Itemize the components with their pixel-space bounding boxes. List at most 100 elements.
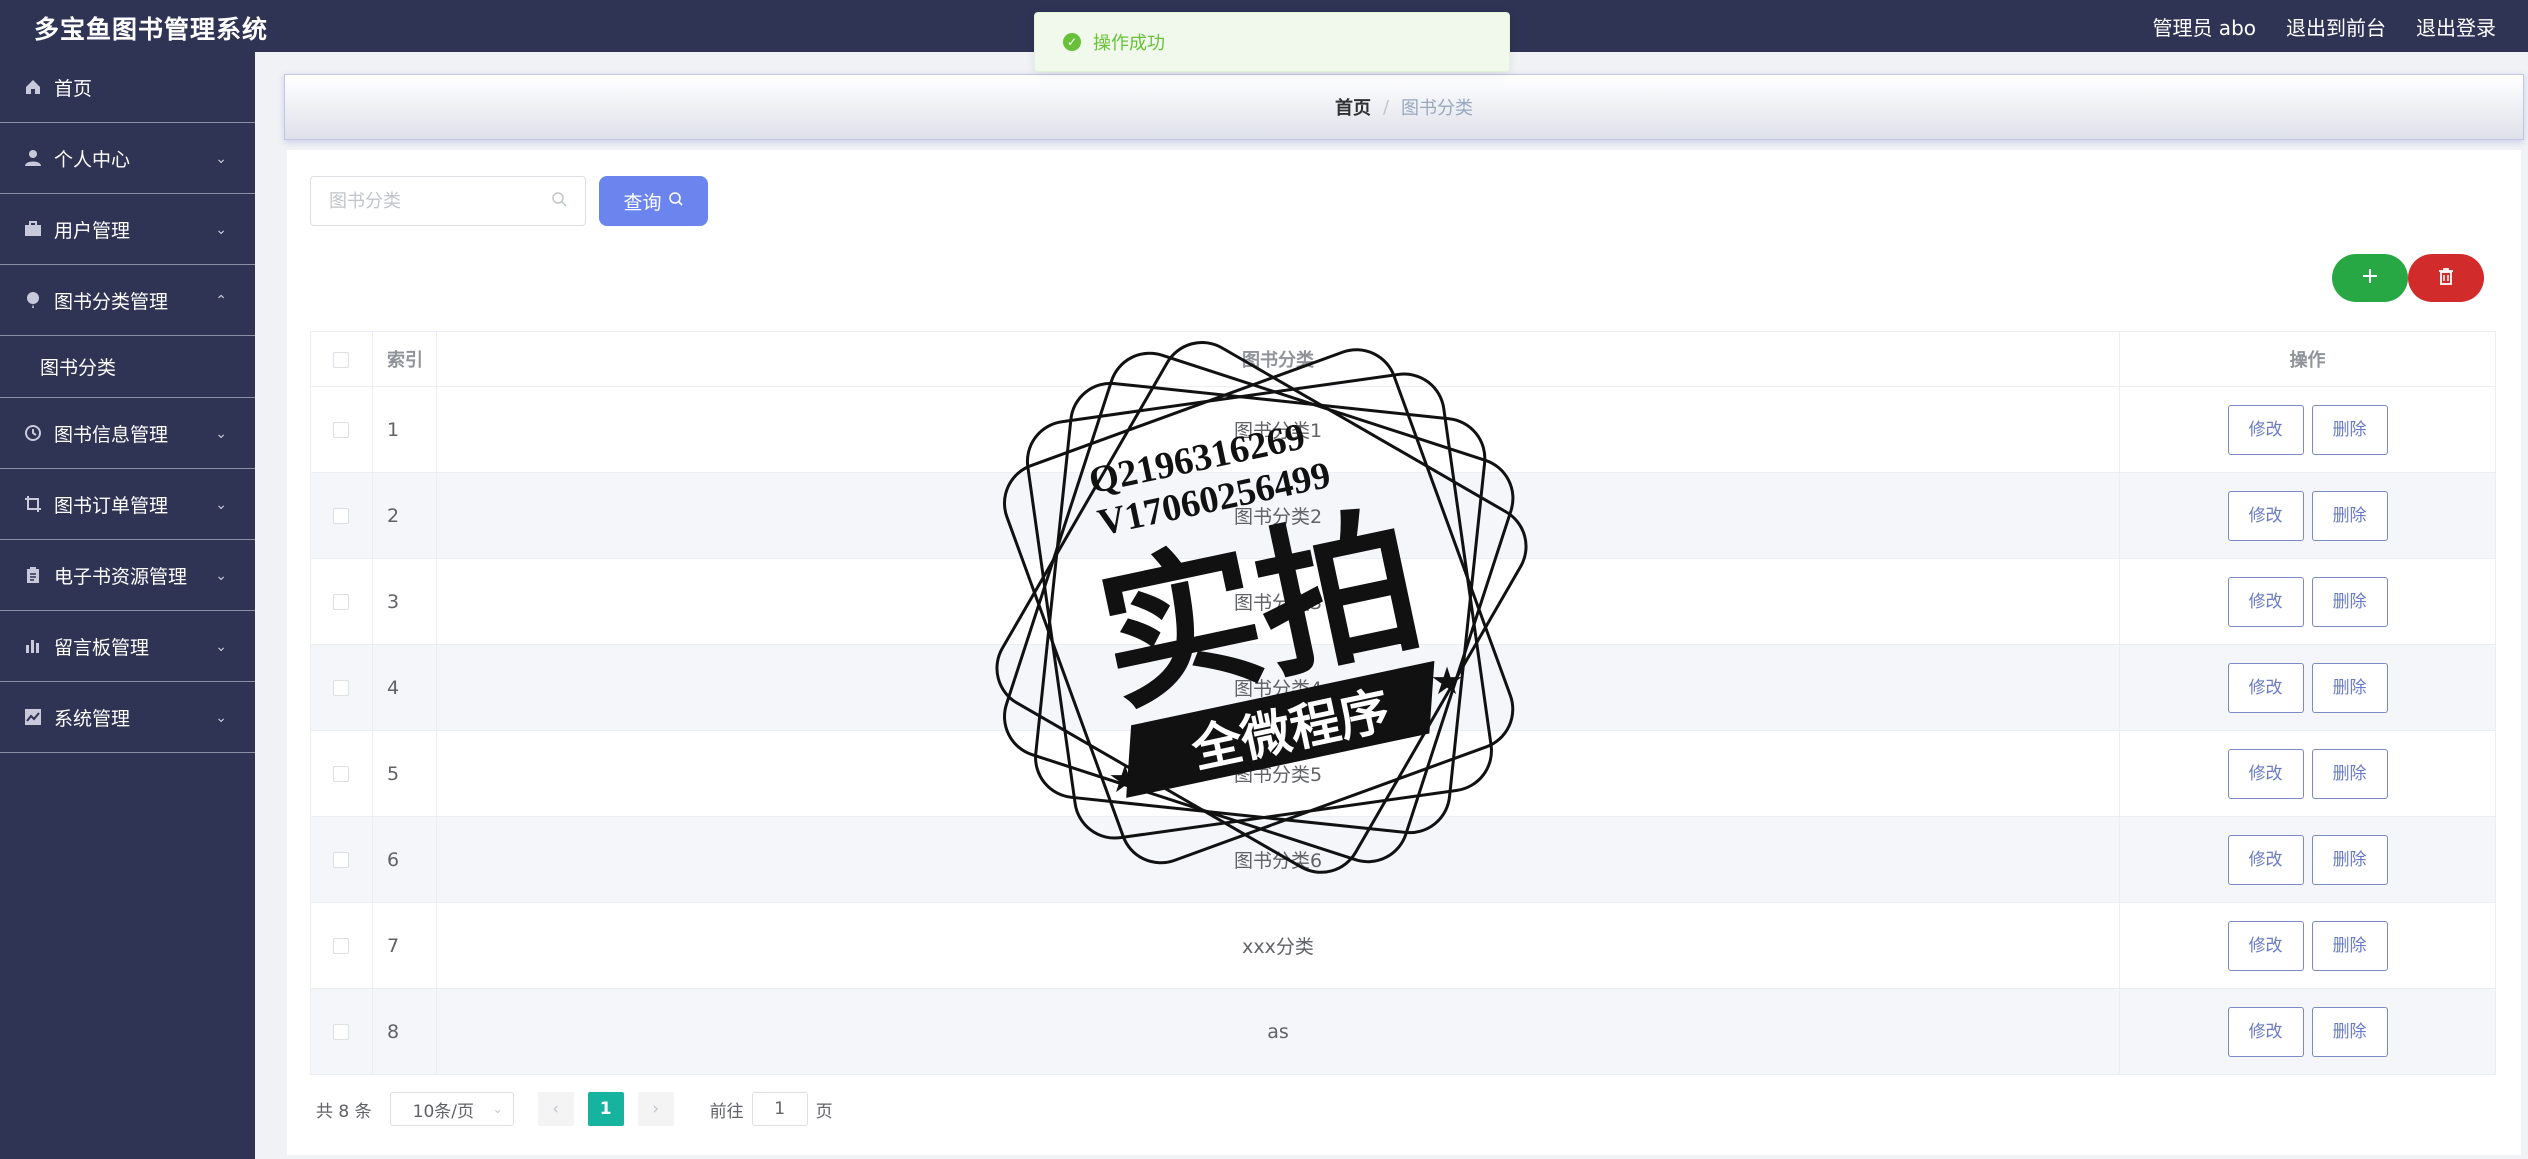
sidebar: 首页 个人中心 ⌄ 用户管理 ⌄ 图书分类管理 ⌃ 图书分类 图书信息管理 ⌄ bbox=[0, 52, 255, 1159]
row-category-name: 图书分类3 bbox=[436, 558, 2121, 645]
header-index: 索引 bbox=[372, 331, 437, 387]
delete-button[interactable]: 删除 bbox=[2311, 490, 2388, 541]
delete-button[interactable]: 删除 bbox=[2311, 1006, 2388, 1057]
home-icon bbox=[24, 78, 42, 96]
sidebar-item-category-management[interactable]: 图书分类管理 ⌃ bbox=[0, 265, 255, 336]
row-select-cell bbox=[310, 472, 373, 559]
prev-page-button[interactable]: ‹ bbox=[537, 1092, 574, 1126]
row-index: 7 bbox=[372, 902, 437, 989]
sidebar-item-home[interactable]: 首页 bbox=[0, 52, 255, 123]
row-select-cell bbox=[310, 730, 373, 817]
goto-suffix: 页 bbox=[815, 1101, 833, 1122]
table-row: 3 图书分类3 修改 删除 bbox=[310, 558, 2496, 645]
batch-delete-button[interactable] bbox=[2408, 254, 2484, 302]
edit-button[interactable]: 修改 bbox=[2227, 748, 2304, 799]
select-all-cell bbox=[310, 331, 373, 387]
row-checkbox[interactable] bbox=[333, 594, 350, 610]
row-index: 4 bbox=[372, 644, 437, 731]
edit-button[interactable]: 修改 bbox=[2227, 834, 2304, 885]
admin-user-label: 管理员 abo bbox=[2152, 16, 2256, 40]
row-category-name: 图书分类6 bbox=[436, 816, 2121, 903]
table-header-row: 索引 图书分类 操作 bbox=[310, 331, 2496, 387]
search-field[interactable] bbox=[310, 176, 586, 226]
page-size-value: 10条/页 bbox=[412, 1101, 474, 1122]
goto-page-input[interactable] bbox=[751, 1092, 808, 1126]
next-page-button[interactable]: › bbox=[637, 1092, 674, 1126]
sidebar-item-user-management[interactable]: 用户管理 ⌄ bbox=[0, 194, 255, 265]
edit-button[interactable]: 修改 bbox=[2227, 920, 2304, 971]
chevron-down-icon: ⌄ bbox=[215, 639, 227, 655]
user-icon bbox=[24, 149, 42, 167]
row-checkbox[interactable] bbox=[333, 422, 350, 438]
row-operations: 修改 删除 bbox=[2119, 386, 2496, 473]
edit-button[interactable]: 修改 bbox=[2227, 404, 2304, 455]
row-select-cell bbox=[310, 644, 373, 731]
sidebar-item-label: 图书订单管理 bbox=[54, 494, 169, 517]
edit-button[interactable]: 修改 bbox=[2227, 662, 2304, 713]
breadcrumb-home[interactable]: 首页 bbox=[1335, 94, 1371, 120]
sidebar-item-book-info-management[interactable]: 图书信息管理 ⌄ bbox=[0, 398, 255, 469]
clipboard-icon bbox=[24, 566, 42, 584]
row-checkbox[interactable] bbox=[333, 852, 350, 868]
sidebar-item-label: 首页 bbox=[54, 77, 93, 100]
sidebar-subitem-label: 图书分类 bbox=[40, 357, 117, 379]
table-row: 4 图书分类4 修改 删除 bbox=[310, 644, 2496, 731]
logout-link[interactable]: 退出登录 bbox=[2416, 12, 2496, 41]
delete-button[interactable]: 删除 bbox=[2311, 920, 2388, 971]
row-checkbox[interactable] bbox=[333, 766, 350, 782]
chevron-down-icon: ⌄ bbox=[215, 710, 227, 726]
edit-button[interactable]: 修改 bbox=[2227, 490, 2304, 541]
page-number-current[interactable]: 1 bbox=[587, 1092, 624, 1126]
sidebar-item-message-board[interactable]: 留言板管理 ⌄ bbox=[0, 611, 255, 682]
row-index: 3 bbox=[372, 558, 437, 645]
chevron-down-icon: ⌄ bbox=[215, 151, 227, 167]
row-checkbox[interactable] bbox=[333, 1024, 350, 1040]
delete-button[interactable]: 删除 bbox=[2311, 662, 2388, 713]
crop-icon bbox=[24, 495, 42, 513]
exit-to-frontend-link[interactable]: 退出到前台 bbox=[2286, 12, 2386, 41]
sidebar-item-personal-center[interactable]: 个人中心 ⌄ bbox=[0, 123, 255, 194]
sidebar-item-label: 留言板管理 bbox=[54, 636, 150, 659]
sidebar-item-order-management[interactable]: 图书订单管理 ⌄ bbox=[0, 469, 255, 540]
row-index: 8 bbox=[372, 988, 437, 1075]
add-button[interactable] bbox=[2332, 254, 2408, 302]
chevron-down-icon: ⌄ bbox=[215, 426, 227, 442]
breadcrumb: 首页 / 图书分类 bbox=[284, 74, 2524, 140]
edit-button[interactable]: 修改 bbox=[2227, 576, 2304, 627]
query-button[interactable]: 查询 bbox=[599, 176, 708, 226]
delete-button[interactable]: 删除 bbox=[2311, 834, 2388, 885]
chevron-down-icon: ⌄ bbox=[215, 497, 227, 513]
select-all-checkbox[interactable] bbox=[333, 351, 350, 368]
sidebar-item-ebook-management[interactable]: 电子书资源管理 ⌄ bbox=[0, 540, 255, 611]
total-count: 共 8 条 bbox=[316, 1101, 372, 1122]
table-row: 8 as 修改 删除 bbox=[310, 988, 2496, 1075]
row-index: 6 bbox=[372, 816, 437, 903]
row-select-cell bbox=[310, 816, 373, 903]
row-checkbox[interactable] bbox=[333, 508, 350, 524]
row-select-cell bbox=[310, 558, 373, 645]
row-index: 5 bbox=[372, 730, 437, 817]
table-row: 1 图书分类1 修改 删除 bbox=[310, 386, 2496, 473]
row-operations: 修改 删除 bbox=[2119, 558, 2496, 645]
delete-button[interactable]: 删除 bbox=[2311, 576, 2388, 627]
sidebar-item-label: 图书分类管理 bbox=[54, 290, 169, 313]
chevron-right-icon: › bbox=[652, 1099, 660, 1119]
row-operations: 修改 删除 bbox=[2119, 902, 2496, 989]
search-icon bbox=[668, 190, 684, 212]
row-checkbox[interactable] bbox=[333, 680, 350, 696]
row-checkbox[interactable] bbox=[333, 938, 350, 954]
table-row: 7 xxx分类 修改 删除 bbox=[310, 902, 2496, 989]
toast-message: 操作成功 bbox=[1093, 33, 1165, 54]
sidebar-item-system-management[interactable]: 系统管理 ⌄ bbox=[0, 682, 255, 753]
delete-button[interactable]: 删除 bbox=[2311, 748, 2388, 799]
chevron-down-icon: ⌄ bbox=[492, 1102, 503, 1116]
breadcrumb-separator: / bbox=[1382, 96, 1390, 118]
edit-button[interactable]: 修改 bbox=[2227, 1006, 2304, 1057]
search-input[interactable] bbox=[329, 190, 551, 212]
page-size-select[interactable]: 10条/页 ⌄ bbox=[389, 1092, 514, 1126]
header-operations: 操作 bbox=[2119, 331, 2496, 387]
delete-button[interactable]: 删除 bbox=[2311, 404, 2388, 455]
sidebar-subitem-book-category[interactable]: 图书分类 bbox=[0, 336, 255, 398]
sidebar-item-label: 电子书资源管理 bbox=[54, 565, 188, 588]
chart-icon bbox=[24, 637, 42, 655]
